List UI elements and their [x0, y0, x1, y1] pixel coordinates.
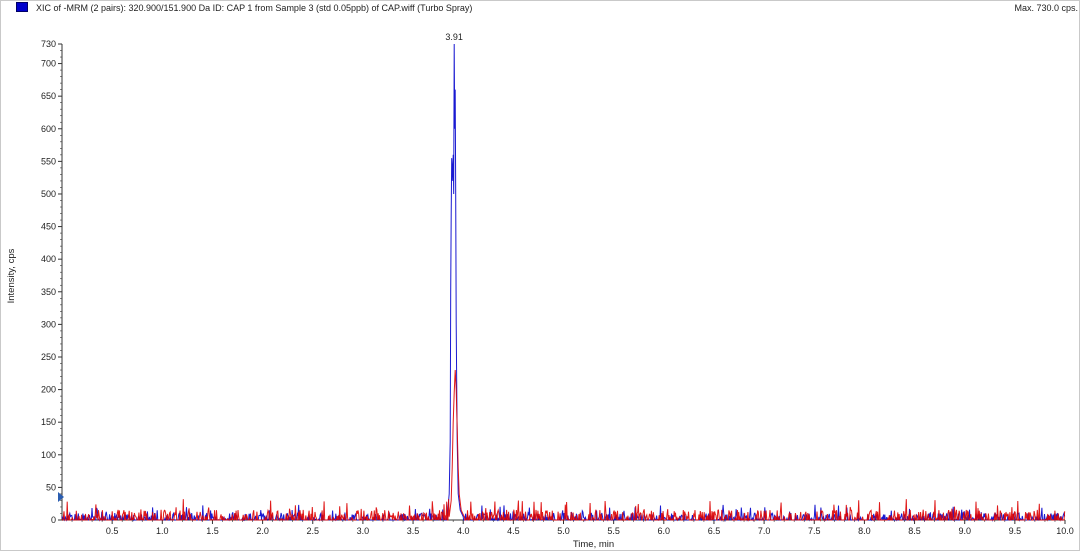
x-tick-label: 0.5: [106, 526, 119, 536]
x-tick-label: 7.0: [758, 526, 771, 536]
y-tick-label: 650: [41, 91, 56, 101]
x-tick-label: 10.0: [1056, 526, 1074, 536]
y-tick-label: 450: [41, 222, 56, 232]
series-layer: [61, 43, 1066, 522]
x-tick-label: 9.0: [958, 526, 971, 536]
x-tick-label: 7.5: [808, 526, 821, 536]
y-tick-label: 100: [41, 450, 56, 460]
y-tick-label: 600: [41, 124, 56, 134]
x-tick-label: 6.5: [708, 526, 721, 536]
y-tick-label: 350: [41, 287, 56, 297]
y-tick-label: 250: [41, 352, 56, 362]
chromatogram-plot[interactable]: 0 50 100 150 200 250 300 350 400 450 500 550 600 650 7…: [0, 0, 1080, 551]
peak-label: 3.91: [445, 32, 463, 42]
x-tick-label: 1.5: [206, 526, 219, 536]
y-tick-label: 50: [46, 482, 56, 492]
y-tick-label: 0: [51, 515, 56, 525]
y-tick-label: 550: [41, 156, 56, 166]
y-tick-label: 200: [41, 385, 56, 395]
y-tick-label: 730: [41, 39, 56, 49]
x-tick-label: 8.0: [858, 526, 871, 536]
series-line-1: [61, 43, 1066, 522]
series-line-2: [61, 369, 1066, 522]
axes-layer: 0 50 100 150 200 250 300 350 400 450 500 550 600 650 7…: [41, 39, 1074, 536]
x-tick-label: 2.0: [256, 526, 269, 536]
y-axis-label: Intensity, cps: [6, 248, 17, 303]
y-tick-label: 500: [41, 189, 56, 199]
x-tick-label: 8.5: [908, 526, 921, 536]
x-tick-label: 5.0: [557, 526, 570, 536]
y-tick-label: 150: [41, 417, 56, 427]
x-tick-label: 4.5: [507, 526, 520, 536]
x-tick-label: 9.5: [1009, 526, 1022, 536]
y-tick-label: 400: [41, 254, 56, 264]
x-tick-label: 3.5: [407, 526, 420, 536]
x-tick-label: 1.0: [156, 526, 169, 536]
y-tick-label: 700: [41, 59, 56, 69]
x-tick-label: 3.0: [357, 526, 370, 536]
x-tick-label: 4.0: [457, 526, 470, 536]
x-axis-label: Time, min: [573, 539, 614, 550]
x-tick-label: 5.5: [607, 526, 620, 536]
x-tick-label: 2.5: [306, 526, 319, 536]
x-tick-label: 6.0: [658, 526, 671, 536]
y-tick-label: 300: [41, 319, 56, 329]
